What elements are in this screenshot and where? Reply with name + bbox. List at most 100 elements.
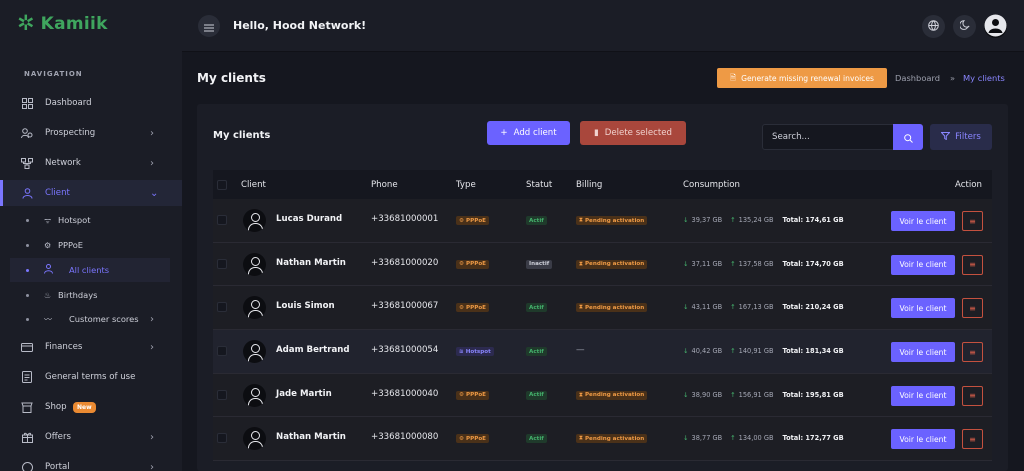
view-client-button[interactable]: Voir le client: [891, 211, 955, 231]
status-badge: Actif: [526, 216, 547, 225]
clients-card: My clients + Add client ▮ Delete selecte…: [197, 104, 1008, 471]
user-icon: [20, 186, 34, 200]
language-button[interactable]: [922, 15, 945, 38]
client-name[interactable]: Lucas Durand: [276, 214, 342, 224]
arrow-up-icon: ↑: [730, 259, 736, 268]
download-value: 38,90 GB: [691, 390, 723, 399]
header-consumption: Consumption: [683, 180, 740, 190]
select-all-checkbox[interactable]: [217, 180, 227, 190]
upload-value: 167,13 GB: [738, 303, 774, 312]
invoice-button[interactable]: ≡: [962, 298, 983, 319]
billing-empty: —: [576, 345, 585, 356]
sidebar-item-portal[interactable]: Portal ›: [0, 454, 182, 471]
client-name[interactable]: Louis Simon: [276, 301, 335, 311]
avatar: [243, 427, 266, 451]
consumption: ↓ 38,90 GB ↑ 156,91 GB Total: 195,81 GB: [683, 391, 844, 399]
row-checkbox[interactable]: [217, 433, 227, 444]
arrow-up-icon: ↑: [730, 434, 736, 443]
avatar: [243, 340, 266, 364]
table-row: Adam Bertrand +33681000054 ≋ Hotspot Actif — ↓…: [213, 330, 992, 374]
sidebar-item-label: Prospecting: [45, 128, 96, 138]
sidebar-item-label: Dashboard: [45, 98, 92, 108]
view-client-button[interactable]: Voir le client: [891, 298, 955, 319]
sidebar-item-dashboard[interactable]: Dashboard: [0, 90, 182, 116]
sidebar-item-prospecting[interactable]: Prospecting ›: [0, 120, 182, 146]
new-badge: New: [73, 401, 96, 413]
view-client-button[interactable]: Voir le client: [891, 385, 955, 406]
invoice-button[interactable]: ≡: [962, 342, 983, 363]
plus-icon: +: [500, 128, 508, 138]
search-input[interactable]: [763, 125, 893, 149]
header-statut: Statut: [526, 180, 553, 190]
globe-icon: [928, 19, 939, 34]
menu-toggle-button[interactable]: [198, 15, 220, 37]
arrow-up-icon: ↑: [730, 216, 736, 224]
invoice-button[interactable]: ≡: [962, 385, 983, 406]
sidebar-item-label: General terms of use: [45, 372, 136, 382]
avatar: [243, 383, 266, 407]
sidebar-subitem-birthdays[interactable]: ♨ Birthdays: [10, 283, 170, 307]
sidebar-item-shop[interactable]: Shop New: [0, 394, 182, 420]
row-checkbox[interactable]: [217, 258, 227, 269]
pppoe-icon: ⚙: [44, 240, 52, 250]
filters-label: Filters: [955, 132, 981, 142]
upload-value: 135,24 GB: [738, 216, 774, 224]
bullet-icon: [26, 317, 29, 321]
sidebar-subitem-label: All clients: [69, 265, 110, 275]
logo-text: Kamiik: [40, 13, 108, 34]
row-checkbox[interactable]: [217, 302, 227, 313]
billing-badge: ⧗ Pending activation: [576, 390, 648, 400]
sidebar-item-client[interactable]: Client ⌄: [0, 180, 182, 206]
download-value: 38,77 GB: [691, 434, 723, 443]
row-checkbox[interactable]: [217, 215, 227, 225]
filters-button[interactable]: Filters: [930, 124, 992, 150]
sidebar-item-offers[interactable]: Offers ›: [0, 424, 182, 450]
view-client-button[interactable]: Voir le client: [891, 254, 955, 275]
search-button[interactable]: [893, 124, 923, 150]
view-client-button[interactable]: Voir le client: [891, 429, 955, 450]
client-name[interactable]: Nathan Martin: [276, 258, 346, 268]
chevron-right-icon: ›: [150, 157, 154, 169]
generate-renewal-invoices-button[interactable]: 🗎 Generate missing renewal invoices: [717, 68, 887, 88]
billing-label: Pending activation: [584, 217, 645, 224]
view-client-button[interactable]: Voir le client: [891, 342, 955, 363]
download-value: 43,11 GB: [691, 303, 723, 312]
add-client-label: Add client: [513, 128, 557, 138]
client-name[interactable]: Nathan Martin: [276, 432, 346, 442]
breadcrumb-dashboard[interactable]: Dashboard: [895, 73, 940, 83]
sidebar-subitem-hotspot[interactable]: ᯤ Hotspot: [10, 208, 170, 232]
upload-value: 140,91 GB: [738, 347, 774, 356]
sidebar-subitem-pppoe[interactable]: ⚙ PPPoE: [10, 233, 170, 257]
type-label: PPPoE: [466, 261, 486, 268]
header-type: Type: [456, 180, 476, 190]
row-checkbox[interactable]: [217, 389, 227, 400]
sidebar-item-terms[interactable]: General terms of use: [0, 364, 182, 390]
client-name[interactable]: Adam Bertrand: [276, 345, 350, 355]
theme-toggle-button[interactable]: [953, 15, 976, 38]
type-label: PPPoE: [466, 217, 486, 224]
invoice-button[interactable]: ≡: [962, 211, 983, 231]
logo[interactable]: ✲ Kamiik: [17, 13, 108, 34]
hamburger-icon: [204, 17, 214, 36]
profile-avatar-button[interactable]: [984, 14, 1007, 40]
sidebar-item-network[interactable]: Network ›: [0, 150, 182, 176]
sidebar-subitem-label: Hotspot: [58, 215, 91, 225]
card-title: My clients: [213, 130, 271, 141]
delete-selected-button[interactable]: ▮ Delete selected: [580, 121, 686, 145]
bullet-icon: [26, 243, 29, 247]
avatar: [243, 296, 266, 320]
status-badge: Actif: [526, 347, 547, 357]
invoice-button[interactable]: ≡: [962, 254, 983, 275]
avatar-icon: [984, 14, 1007, 40]
add-client-button[interactable]: + Add client: [487, 121, 570, 145]
download-value: 40,42 GB: [691, 347, 723, 356]
sidebar-subitem-customer-scores[interactable]: 〰 Customer scores ›: [10, 307, 170, 331]
sidebar-item-finances[interactable]: Finances ›: [0, 334, 182, 360]
chevron-right-icon: ›: [150, 341, 154, 353]
consumption: ↓ 38,77 GB ↑ 134,00 GB Total: 172,77 GB: [683, 434, 844, 442]
wifi-icon: ᯤ: [44, 215, 52, 225]
client-name[interactable]: Jade Martin: [276, 389, 332, 399]
sidebar-subitem-all-clients[interactable]: All clients: [10, 258, 170, 282]
row-checkbox[interactable]: [217, 346, 227, 357]
invoice-button[interactable]: ≡: [962, 429, 983, 450]
